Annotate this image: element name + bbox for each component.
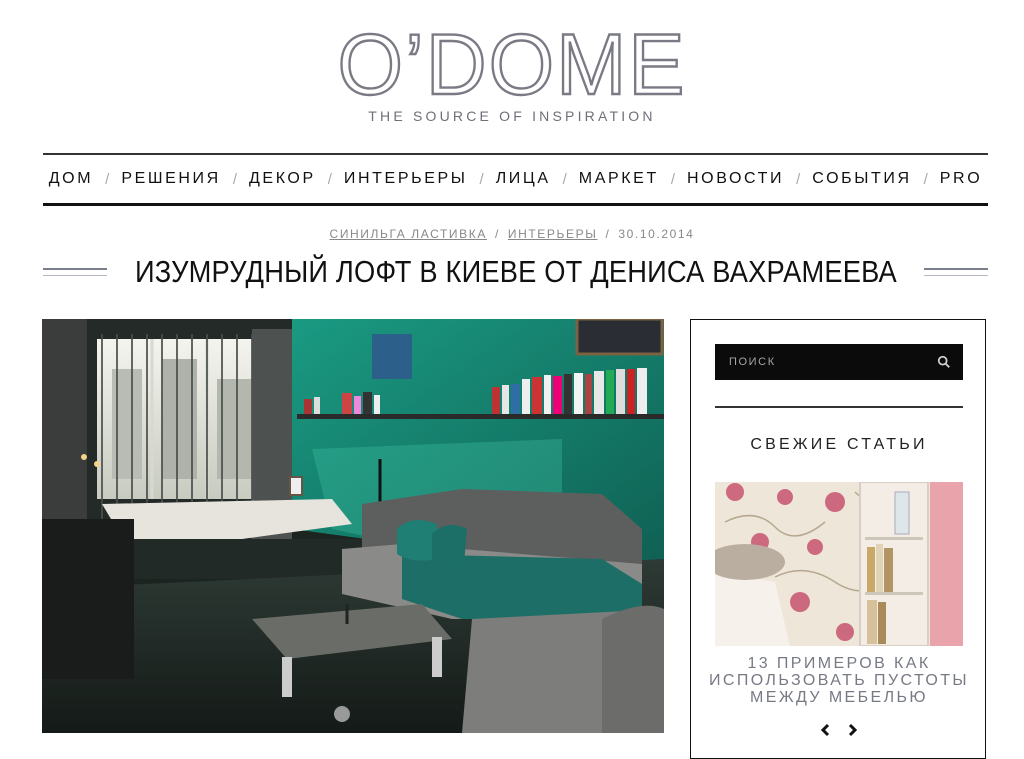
nav-item-novosti[interactable]: НОВОСТИ xyxy=(687,170,784,188)
nav-separator: / xyxy=(105,170,110,188)
title-rule-right xyxy=(924,268,988,276)
article-title: ИЗУМРУДНЫЙ ЛОФТ В КИЕВЕ ОТ ДЕНИСА ВАХРАМ… xyxy=(134,254,897,289)
nav-separator: / xyxy=(923,170,928,188)
chevron-left-icon[interactable] xyxy=(818,722,834,738)
sidebar: СВЕЖИЕ СТАТЬИ xyxy=(690,319,986,759)
meta-separator: / xyxy=(605,227,611,241)
nav-item-litsa[interactable]: ЛИЦА xyxy=(496,170,551,188)
article-hero-image[interactable] xyxy=(42,319,664,733)
search-icon[interactable] xyxy=(937,355,951,369)
main-nav: ДОМ / РЕШЕНИЯ / ДЕКОР / ИНТЕРЬЕРЫ / ЛИЦА… xyxy=(43,155,988,203)
category-link[interactable]: ИНТЕРЬЕРЫ xyxy=(508,227,598,241)
recent-post-thumbnail[interactable] xyxy=(715,482,963,646)
recent-post-title[interactable]: 13 ПРИМЕРОВ КАК ИСПОЛЬЗОВАТЬ ПУСТОТЫ МЕЖ… xyxy=(705,655,973,706)
site-logo[interactable]: O’DOME xyxy=(0,17,1024,113)
nav-item-sobytiya[interactable]: СОБЫТИЯ xyxy=(812,170,911,188)
nav-separator: / xyxy=(232,170,237,188)
recent-posts-pager xyxy=(691,722,987,743)
nav-item-dekor[interactable]: ДЕКОР xyxy=(249,170,316,188)
nav-item-interery[interactable]: ИНТЕРЬЕРЫ xyxy=(344,170,468,188)
chevron-right-icon[interactable] xyxy=(844,722,860,738)
article-date: 30.10.2014 xyxy=(618,227,695,241)
logo-wordmark: O’DOME xyxy=(336,17,687,113)
nav-separator: / xyxy=(327,170,332,188)
nav-separator: / xyxy=(479,170,484,188)
nav-item-resheniya[interactable]: РЕШЕНИЯ xyxy=(121,170,221,188)
nav-item-dom[interactable]: ДОМ xyxy=(49,170,93,188)
title-rule-left xyxy=(43,268,107,276)
sidebar-divider xyxy=(715,406,963,408)
nav-separator: / xyxy=(562,170,567,188)
recent-post-photo xyxy=(715,482,963,646)
article-meta: СИНИЛЬГА ЛАСТИВКА / ИНТЕРЬЕРЫ / 30.10.2014 xyxy=(0,227,1024,241)
meta-separator: / xyxy=(494,227,500,241)
nav-separator: / xyxy=(796,170,801,188)
article-title-block: ИЗУМРУДНЫЙ ЛОФТ В КИЕВЕ ОТ ДЕНИСА ВАХРАМ… xyxy=(43,250,988,294)
search-input[interactable] xyxy=(715,344,925,380)
search-box xyxy=(715,344,963,380)
nav-item-pro[interactable]: PRO xyxy=(940,170,982,188)
nav-bottom-rule xyxy=(43,203,988,206)
author-link[interactable]: СИНИЛЬГА ЛАСТИВКА xyxy=(330,227,487,241)
loft-photo xyxy=(42,319,664,733)
nav-separator: / xyxy=(670,170,675,188)
nav-item-market[interactable]: МАРКЕТ xyxy=(579,170,659,188)
recent-posts-heading: СВЕЖИЕ СТАТЬИ xyxy=(750,436,928,453)
site-tagline: THE SOURCE OF INSPIRATION xyxy=(368,108,656,124)
